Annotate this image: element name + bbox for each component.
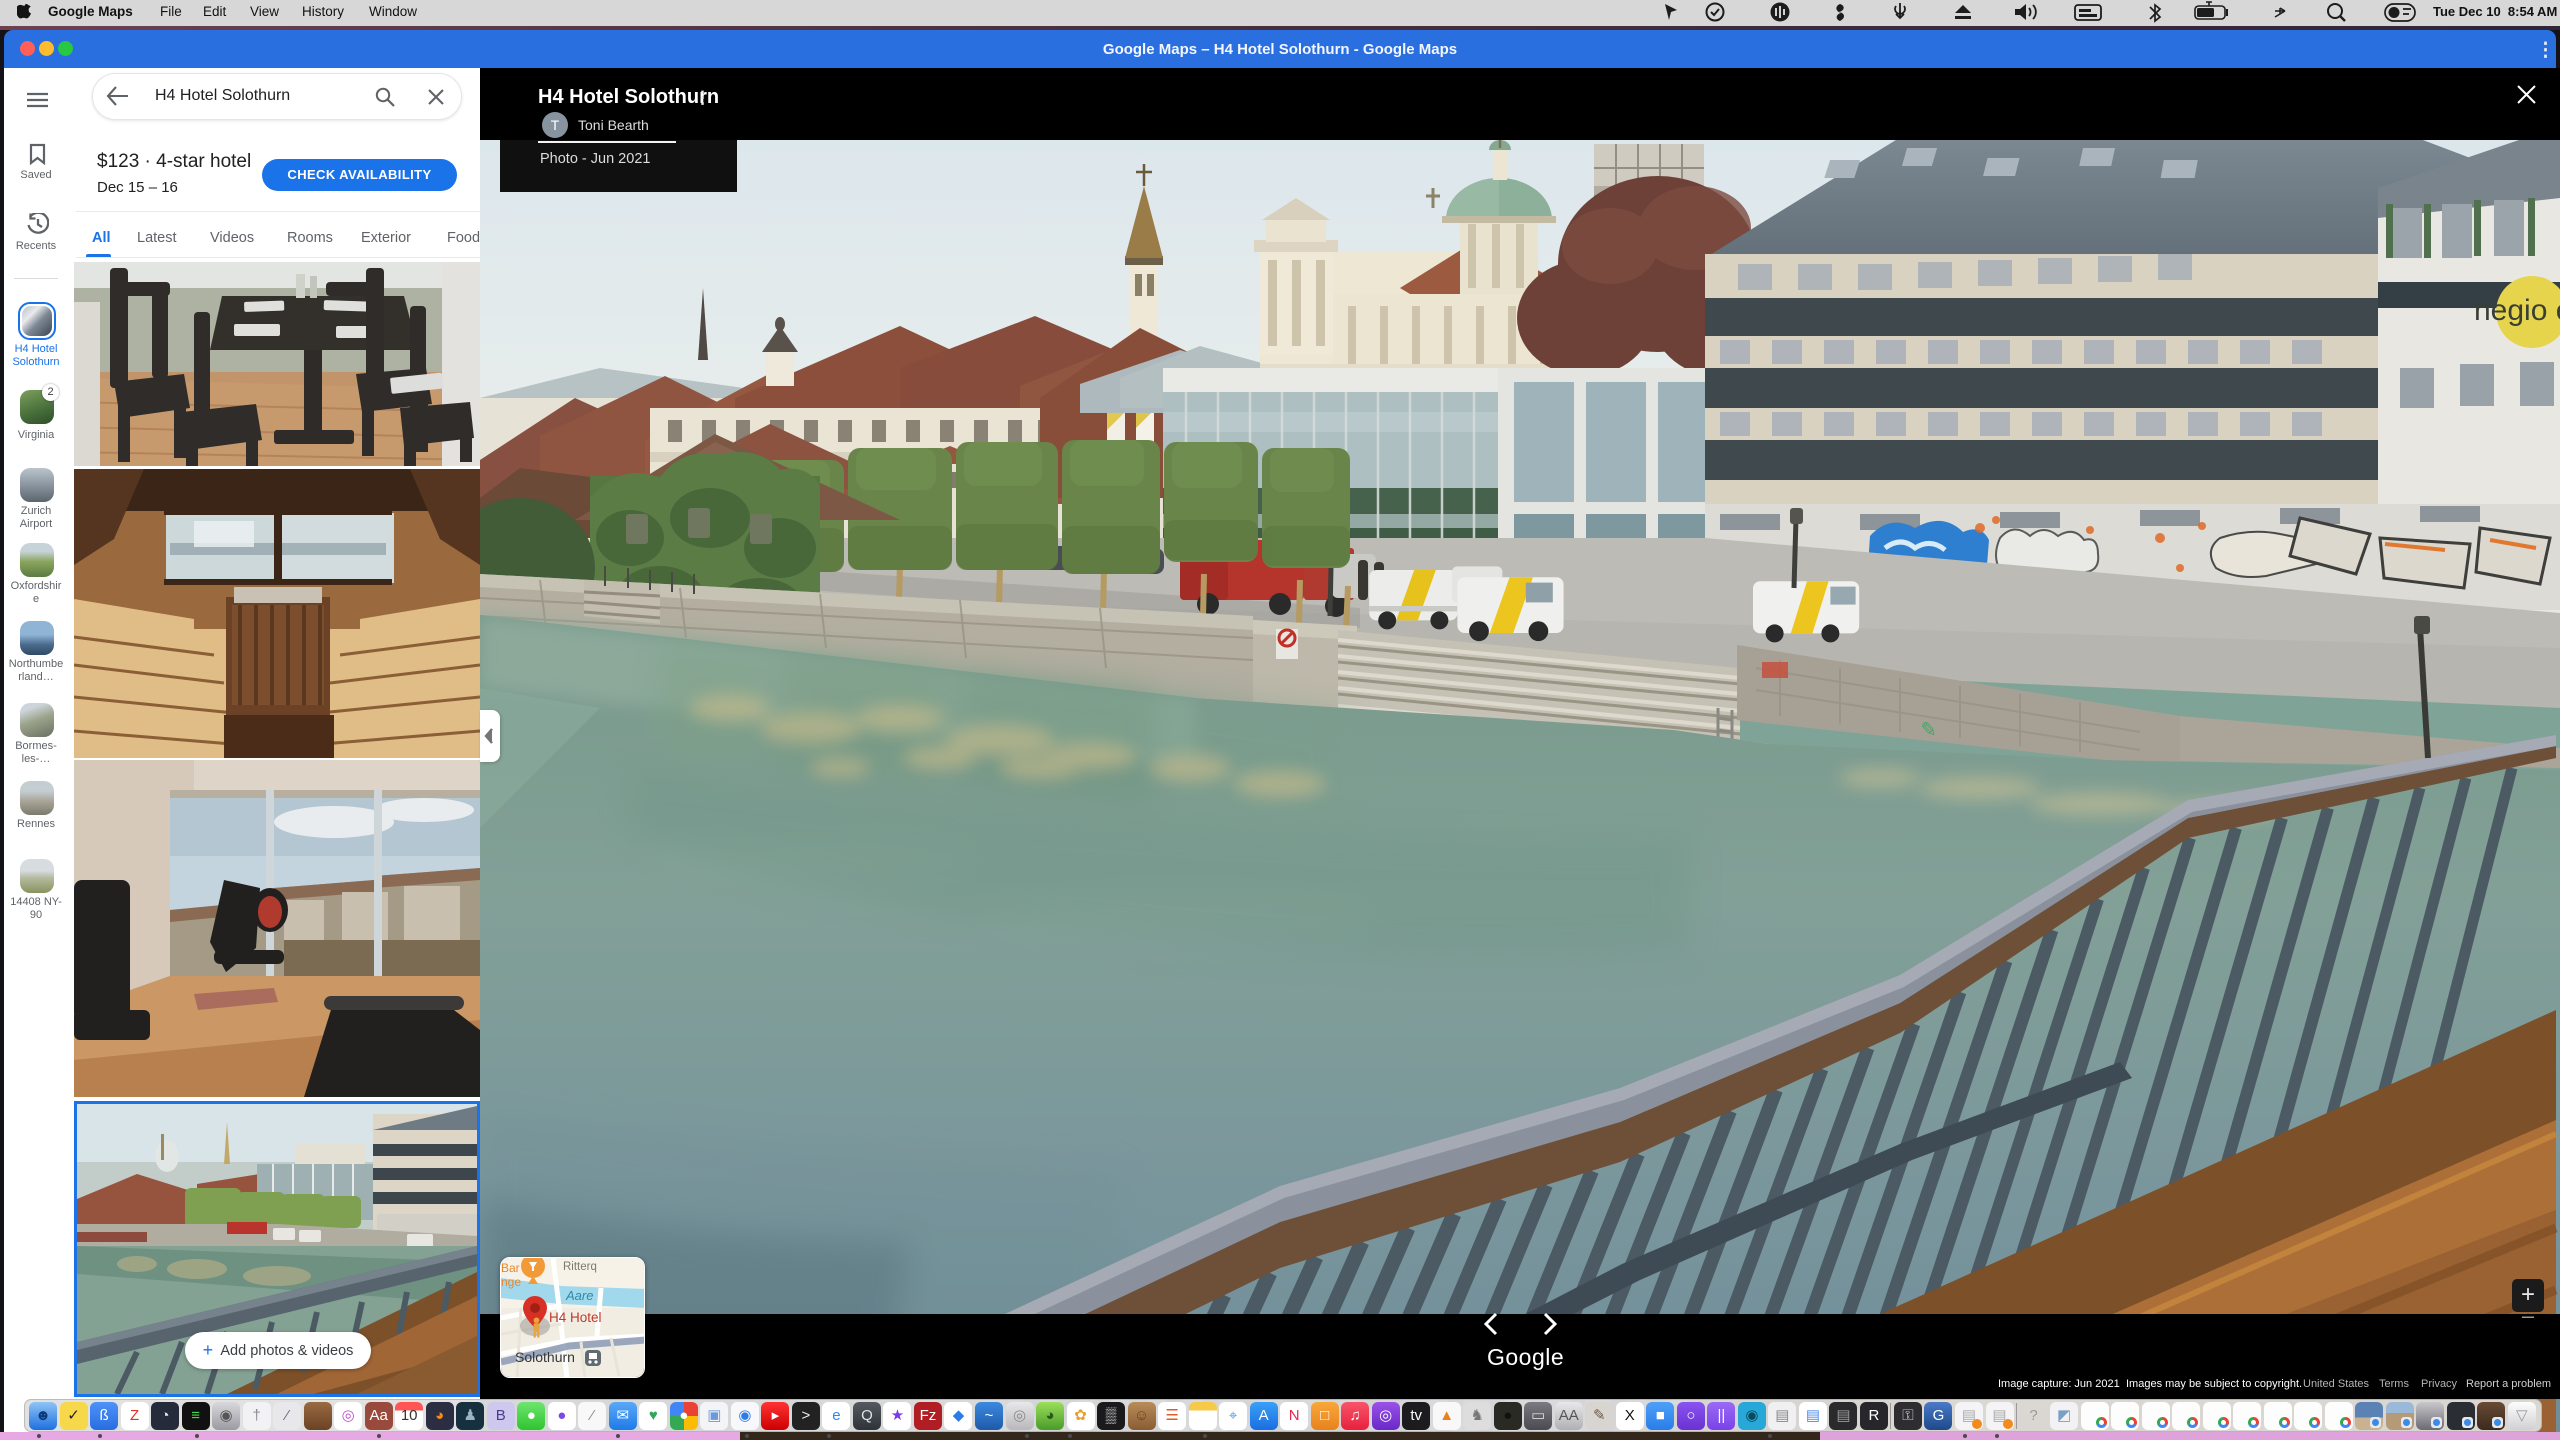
svg-text:Aare: Aare <box>565 1288 593 1303</box>
svg-text:Bar: Bar <box>501 1261 520 1275</box>
svg-text:negio en: negio en <box>2474 294 2560 327</box>
svg-text:✎: ✎ <box>1920 719 1938 742</box>
svg-text:Solothurn: Solothurn <box>515 1349 575 1365</box>
svg-text:H4 Hotel: H4 Hotel <box>549 1310 602 1325</box>
svg-text:Ritterq: Ritterq <box>563 1261 597 1273</box>
svg-text:nge: nge <box>501 1275 521 1289</box>
